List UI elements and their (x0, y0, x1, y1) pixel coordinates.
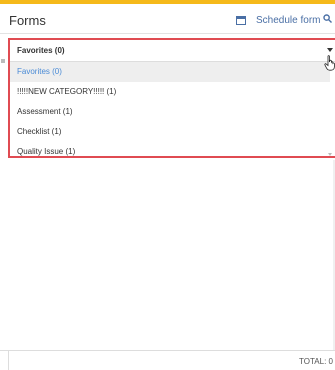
forms-header: Forms Schedule form (0, 4, 335, 34)
option-new-category[interactable]: !!!!!NEW CATEGORY!!!!! (1) (10, 82, 330, 102)
option-assessment[interactable]: Assessment (1) (10, 102, 330, 122)
search-icon[interactable] (323, 14, 332, 23)
page-title: Forms (9, 13, 46, 28)
left-edge-marker (1, 59, 5, 63)
schedule-form-button[interactable]: Schedule form (236, 15, 320, 26)
scroll-down-arrow-icon[interactable] (328, 153, 332, 156)
option-favorites[interactable]: Favorites (0) (10, 62, 330, 82)
footer-bar: TOTAL: 0 (0, 350, 335, 370)
footer-divider (8, 351, 9, 370)
options-scrollbar[interactable] (328, 62, 335, 156)
hand-pointer-icon (324, 55, 335, 71)
category-dropdown-panel: Favorites (0) Favorites (0) !!!!!NEW CAT… (8, 38, 335, 158)
category-select[interactable]: Favorites (0) (10, 40, 335, 62)
total-count: TOTAL: 0 (299, 357, 333, 366)
category-select-value: Favorites (0) (17, 46, 65, 55)
total-value: 0 (328, 357, 333, 366)
category-options-list: Favorites (0) !!!!!NEW CATEGORY!!!!! (1)… (10, 62, 330, 162)
calendar-icon (236, 16, 246, 25)
schedule-form-label: Schedule form (256, 15, 321, 26)
caret-down-icon[interactable] (327, 48, 333, 52)
option-quality-issue[interactable]: Quality Issue (1) (10, 142, 330, 162)
option-checklist[interactable]: Checklist (1) (10, 122, 330, 142)
total-label: TOTAL: (299, 357, 327, 366)
